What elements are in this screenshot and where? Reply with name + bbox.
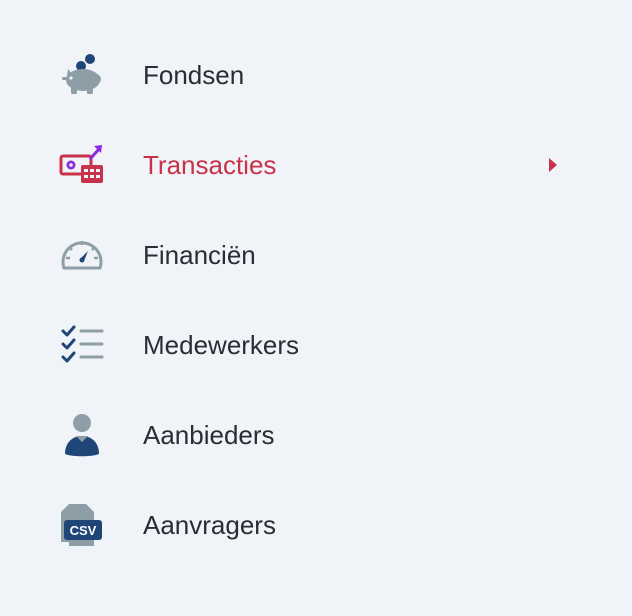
menu-item-aanvragers[interactable]: CSV Aanvragers xyxy=(0,480,632,570)
csv-badge-text: CSV xyxy=(70,523,97,538)
menu-item-financien[interactable]: Financiën xyxy=(0,210,632,300)
menu-item-label: Aanvragers xyxy=(143,510,276,540)
menu-item-transacties[interactable]: Transacties xyxy=(0,120,632,210)
menu-item-label: Financiën xyxy=(143,240,256,270)
dashboard-gauge-icon xyxy=(56,232,108,278)
menu-item-label: Medewerkers xyxy=(143,330,300,360)
checklist-icon xyxy=(56,322,108,368)
menu-item-fondsen[interactable]: Fondsen xyxy=(0,30,632,120)
menu-item-aanbieders[interactable]: Aanbieders xyxy=(0,390,632,480)
user-icon xyxy=(56,412,108,458)
active-arrow-icon xyxy=(549,158,557,172)
menu-item-label: Fondsen xyxy=(143,60,245,90)
menu-item-label: Aanbieders xyxy=(143,420,275,450)
money-transfer-icon xyxy=(56,142,108,188)
menu-item-label: Transacties xyxy=(143,150,277,180)
menu-item-medewerkers[interactable]: Medewerkers xyxy=(0,300,632,390)
csv-file-icon: CSV xyxy=(56,502,108,548)
piggy-bank-icon xyxy=(56,52,108,98)
sidebar-menu: Fondsen Transacties Financiën Medewerker… xyxy=(0,30,632,570)
